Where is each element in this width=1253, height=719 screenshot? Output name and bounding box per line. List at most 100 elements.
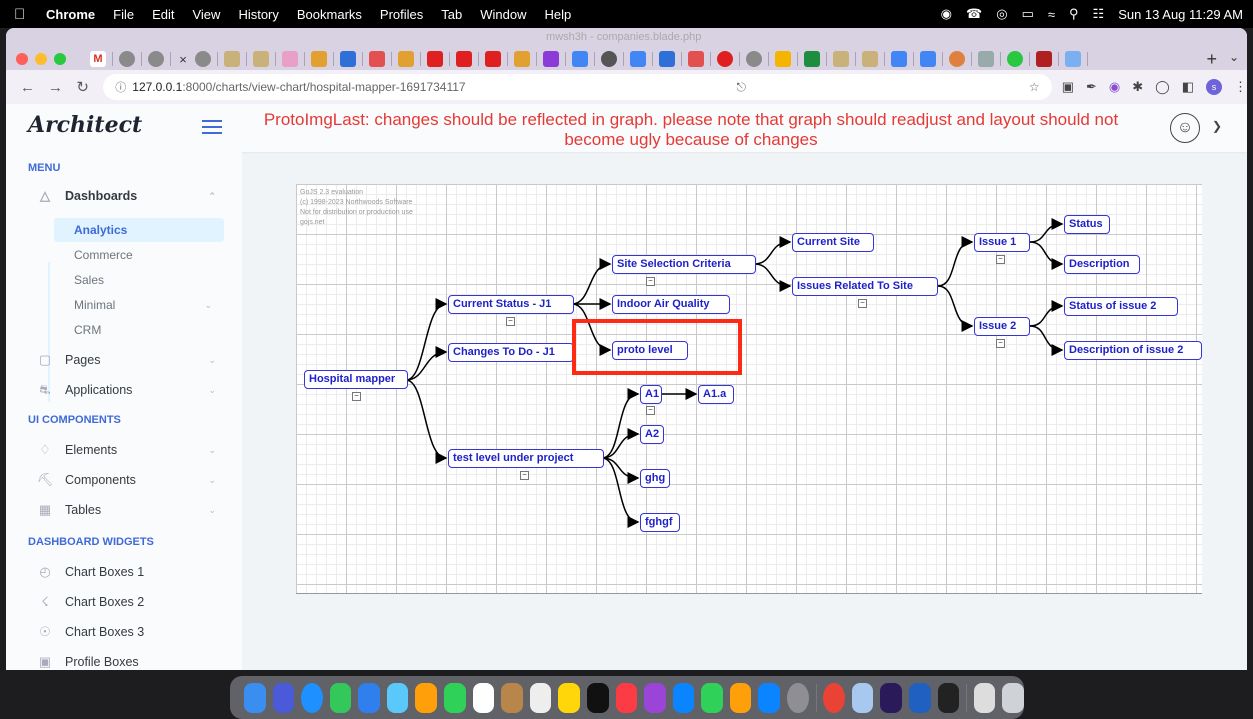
tab-active[interactable] bbox=[195, 51, 211, 67]
pen-extension-icon[interactable]: ✒ bbox=[1086, 79, 1097, 95]
messages-icon[interactable] bbox=[329, 682, 352, 713]
tab-drive[interactable] bbox=[775, 51, 791, 67]
app-logo[interactable]: Architect bbox=[28, 112, 142, 138]
node-fghgf[interactable]: fghgf bbox=[640, 513, 680, 532]
collapse-button[interactable]: − bbox=[996, 339, 1005, 348]
tab-site[interactable] bbox=[862, 51, 878, 67]
chrome-status-icon[interactable]: ◉ bbox=[941, 6, 952, 22]
system-settings-icon[interactable] bbox=[786, 682, 809, 713]
puzzle-extensions-icon[interactable]: ✱ bbox=[1132, 79, 1143, 95]
node-description[interactable]: Description bbox=[1064, 255, 1140, 274]
sidebar-item-dashboards[interactable]: △ Dashboards ⌃ bbox=[36, 186, 216, 206]
node-issue-2[interactable]: Issue 2 bbox=[974, 317, 1030, 336]
address-bar[interactable]: ⓘ 127.0.0.1 :8000/charts/view-chart/hosp… bbox=[103, 74, 1052, 100]
screen-record-icon[interactable]: ◎ bbox=[996, 6, 1007, 22]
minimize-window-button[interactable] bbox=[35, 53, 47, 65]
profile-avatar[interactable]: s bbox=[1206, 79, 1222, 95]
tab-google[interactable] bbox=[572, 51, 588, 67]
tab-google[interactable] bbox=[630, 51, 646, 67]
menu-history[interactable]: History bbox=[238, 7, 278, 22]
close-window-button[interactable] bbox=[16, 53, 28, 65]
sidebar-subitem-crm[interactable]: CRM bbox=[54, 318, 224, 342]
preview-icon[interactable] bbox=[851, 682, 874, 713]
extension-icon[interactable]: ◉ bbox=[1109, 79, 1120, 95]
tab-site[interactable] bbox=[601, 51, 617, 67]
site-info-icon[interactable]: ⓘ bbox=[115, 79, 126, 95]
tab-site[interactable] bbox=[282, 51, 298, 67]
tab-search-icon[interactable]: ⌄ bbox=[1229, 50, 1239, 64]
facetime-icon[interactable] bbox=[444, 682, 466, 713]
tab-youtube[interactable] bbox=[485, 51, 501, 67]
node-site-selection[interactable]: Site Selection Criteria bbox=[612, 255, 756, 274]
tab-site[interactable] bbox=[746, 51, 762, 67]
tab-site[interactable] bbox=[340, 51, 356, 67]
tab-site[interactable] bbox=[311, 51, 327, 67]
hamburger-menu-icon[interactable] bbox=[202, 120, 222, 138]
reload-icon[interactable]: ↻ bbox=[76, 78, 89, 96]
photos-icon[interactable] bbox=[415, 682, 438, 713]
calendar-icon[interactable] bbox=[472, 682, 495, 713]
tab-site[interactable] bbox=[1065, 51, 1081, 67]
maps-icon[interactable] bbox=[386, 682, 409, 713]
camera-extension-icon[interactable]: ▣ bbox=[1062, 79, 1074, 95]
node-test-level[interactable]: test level under project bbox=[448, 449, 604, 468]
user-avatar-icon[interactable]: ☺ bbox=[1170, 113, 1200, 143]
extension-icon[interactable]: ◯ bbox=[1155, 79, 1170, 95]
node-current-status[interactable]: Current Status - J1 bbox=[448, 295, 574, 314]
launchpad-icon[interactable] bbox=[272, 682, 295, 713]
sidebar-item-profile-boxes[interactable]: ▣ Profile Boxes bbox=[36, 652, 216, 670]
menu-profiles[interactable]: Profiles bbox=[380, 7, 423, 22]
sidebar-item-elements[interactable]: ♢ Elements ⌄ bbox=[36, 440, 216, 460]
trash-icon[interactable] bbox=[1002, 682, 1025, 713]
music-icon[interactable] bbox=[615, 682, 638, 713]
node-issue-1[interactable]: Issue 1 bbox=[974, 233, 1030, 252]
phpstorm-icon[interactable] bbox=[880, 682, 903, 713]
phone-icon[interactable]: ☎ bbox=[966, 6, 982, 22]
battery-icon[interactable]: ▭ bbox=[1022, 6, 1034, 22]
tab-site[interactable] bbox=[253, 51, 269, 67]
collapse-button[interactable]: − bbox=[646, 406, 655, 415]
numbers-icon[interactable] bbox=[701, 682, 723, 713]
node-ghg[interactable]: ghg bbox=[640, 469, 670, 488]
app-icon[interactable] bbox=[909, 682, 931, 713]
tab-site[interactable] bbox=[949, 51, 965, 67]
node-current-site[interactable]: Current Site bbox=[792, 233, 874, 252]
tab-site[interactable] bbox=[369, 51, 385, 67]
tab-site[interactable] bbox=[1036, 51, 1052, 67]
node-a2[interactable]: A2 bbox=[640, 425, 664, 444]
collapse-button[interactable]: − bbox=[646, 277, 655, 286]
menubar-datetime[interactable]: Sun 13 Aug 11:29 AM bbox=[1118, 7, 1243, 22]
collapse-button[interactable]: − bbox=[352, 392, 361, 401]
wifi-icon[interactable]: ≈ bbox=[1048, 7, 1055, 22]
menu-window[interactable]: Window bbox=[480, 7, 526, 22]
contacts-icon[interactable] bbox=[501, 682, 523, 713]
pages-icon[interactable] bbox=[729, 682, 752, 713]
node-issues-related[interactable]: Issues Related To Site bbox=[792, 277, 938, 296]
side-panel-icon[interactable]: ◧ bbox=[1182, 79, 1194, 95]
menu-view[interactable]: View bbox=[192, 7, 220, 22]
menu-file[interactable]: File bbox=[113, 7, 134, 22]
tab-site[interactable] bbox=[1007, 51, 1023, 67]
collapse-button[interactable]: − bbox=[520, 471, 529, 480]
tab-site[interactable] bbox=[543, 51, 559, 67]
sidebar-item-tables[interactable]: ▦ Tables ⌄ bbox=[36, 500, 216, 520]
new-tab-button[interactable]: + bbox=[1206, 49, 1217, 70]
collapse-button[interactable]: − bbox=[996, 255, 1005, 264]
finder-icon[interactable] bbox=[244, 682, 266, 713]
bookmark-star-icon[interactable]: ☆ bbox=[1029, 80, 1040, 94]
tab-site[interactable] bbox=[398, 51, 414, 67]
tab-site[interactable] bbox=[804, 51, 820, 67]
tab-site[interactable] bbox=[978, 51, 994, 67]
close-tab-icon[interactable]: × bbox=[177, 52, 189, 67]
podcasts-icon[interactable] bbox=[644, 682, 666, 713]
tab-site[interactable] bbox=[688, 51, 704, 67]
node-root[interactable]: Hospital mapper bbox=[304, 370, 408, 389]
menubar-app-name[interactable]: Chrome bbox=[46, 7, 95, 22]
tab-site[interactable] bbox=[833, 51, 849, 67]
mail-icon[interactable] bbox=[358, 682, 380, 713]
tab-youtube[interactable] bbox=[456, 51, 472, 67]
node-status-issue-2[interactable]: Status of issue 2 bbox=[1064, 297, 1178, 316]
downloads-icon[interactable] bbox=[973, 682, 996, 713]
tab-gmail[interactable]: M bbox=[90, 51, 106, 67]
tab-youtube[interactable] bbox=[427, 51, 443, 67]
